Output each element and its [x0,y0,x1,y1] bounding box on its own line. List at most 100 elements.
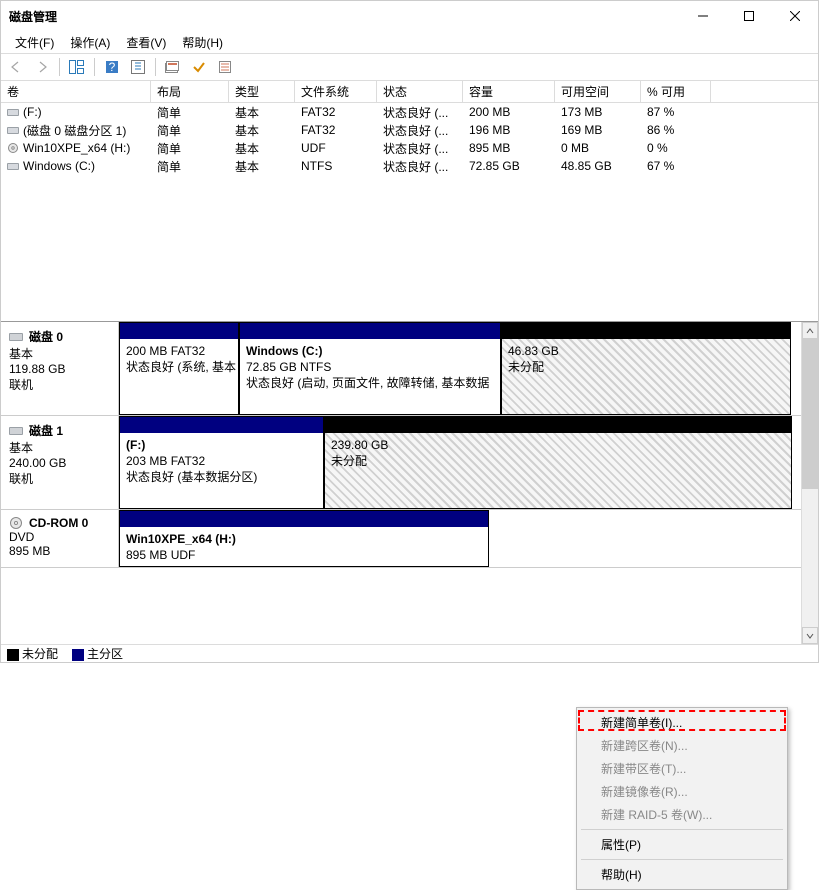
col-filesystem[interactable]: 文件系统 [295,81,377,102]
menu-new-spanned-volume: 新建跨区卷(N)... [579,734,785,757]
vol-percent: 67 % [641,159,711,173]
partition-size: 203 MB FAT32 [126,454,205,468]
maximize-button[interactable] [726,1,772,31]
partition-band [240,323,500,339]
close-button[interactable] [772,1,818,31]
col-percent[interactable]: % 可用 [641,81,711,102]
menu-help[interactable]: 帮助(H) [579,863,785,886]
vol-capacity: 200 MB [463,105,555,119]
vol-type: 基本 [229,140,295,157]
partition-primary[interactable]: Windows (C:) 72.85 GB NTFS 状态良好 (启动, 页面文件,… [239,322,501,415]
partition-size: 72.85 GB NTFS [246,360,331,374]
disk-map-pane: 磁盘 0 基本 119.88 GB 联机 200 MB FAT32状态良好 (系… [1,321,818,644]
partition-size: 46.83 GB [508,344,559,358]
partition-band [120,511,488,527]
legend: 未分配 主分区 [1,644,818,662]
disk-size: 119.88 GB [9,362,110,376]
col-capacity[interactable]: 容量 [463,81,555,102]
col-type[interactable]: 类型 [229,81,295,102]
col-status[interactable]: 状态 [377,81,463,102]
rescan-button[interactable] [162,56,184,78]
scroll-up-button[interactable] [802,322,818,339]
col-volume[interactable]: 卷 [1,81,151,102]
partition-title: Win10XPE_x64 (H:) [126,532,236,546]
list-icon[interactable] [214,56,236,78]
table-row[interactable]: Win10XPE_x64 (H:)简单基本UDF状态良好 (...895 MB0… [1,139,818,157]
vol-type: 基本 [229,158,295,175]
vol-status: 状态良好 (... [377,122,463,139]
vol-percent: 87 % [641,105,711,119]
vol-capacity: 895 MB [463,141,555,155]
disk-map-0: 200 MB FAT32状态良好 (系统, 基本 Windows (C:) 72.8… [119,322,801,415]
scroll-thumb[interactable] [802,339,818,489]
vol-status: 状态良好 (... [377,140,463,157]
vol-type: 基本 [229,104,295,121]
window-title: 磁盘管理 [9,8,680,25]
table-row[interactable]: (磁盘 0 磁盘分区 1)简单基本FAT32状态良好 (...196 MB169… [1,121,818,139]
partition-primary[interactable]: Win10XPE_x64 (H:)895 MB UDF [119,510,489,567]
menu-separator [581,829,783,830]
vol-free: 48.85 GB [555,159,641,173]
table-row[interactable]: (F:)简单基本FAT32状态良好 (...200 MB173 MB87 % [1,103,818,121]
toolbar: ? [1,53,818,81]
action-icon[interactable] [188,56,210,78]
disk-state: 联机 [9,470,110,487]
partition-status: 未分配 [508,360,544,374]
help-button[interactable]: ? [101,56,123,78]
partition-band [325,417,791,433]
menu-action[interactable]: 操作(A) [62,32,118,53]
svg-text:?: ? [109,60,116,74]
partition-primary[interactable]: 200 MB FAT32状态良好 (系统, 基本 [119,322,239,415]
partition-title: (F:) [126,438,145,452]
vol-layout: 简单 [151,140,229,157]
toolbar-separator [155,58,156,76]
menu-file[interactable]: 文件(F) [7,32,62,53]
partition-band [120,323,238,339]
legend-swatch-unalloc [7,649,19,661]
menu-new-simple-volume[interactable]: 新建简单卷(I)... [579,711,785,734]
views-button[interactable] [66,56,88,78]
disk-icon [9,425,23,437]
vol-layout: 简单 [151,158,229,175]
scrollbar-vertical[interactable] [801,322,818,644]
partition-title: Windows (C:) [246,344,323,358]
vol-name: (磁盘 0 磁盘分区 1) [23,122,126,139]
partition-unallocated[interactable]: 239.80 GB未分配 [324,416,792,509]
menu-new-striped-volume: 新建带区卷(T)... [579,757,785,780]
col-free[interactable]: 可用空间 [555,81,641,102]
partition-status: 状态良好 (启动, 页面文件, 故障转储, 基本数据 [246,376,489,390]
drive-icon [7,161,19,171]
vol-fs: UDF [295,141,377,155]
refresh-button[interactable] [127,56,149,78]
scroll-down-button[interactable] [802,627,818,644]
vol-capacity: 72.85 GB [463,159,555,173]
minimize-button[interactable] [680,1,726,31]
disk-row-cd: CD-ROM 0 DVD 895 MB Win10XPE_x64 (H:)895… [1,510,801,568]
menu-new-raid5-volume: 新建 RAID-5 卷(W)... [579,803,785,826]
menu-view[interactable]: 查看(V) [118,32,174,53]
partition-primary[interactable]: (F:)203 MB FAT32状态良好 (基本数据分区) [119,416,324,509]
partition-size: 239.80 GB [331,438,388,452]
vol-type: 基本 [229,122,295,139]
menu-help[interactable]: 帮助(H) [174,32,231,53]
menubar: 文件(F) 操作(A) 查看(V) 帮助(H) [1,31,818,53]
vol-name: Windows (C:) [23,159,95,173]
vol-percent: 0 % [641,141,711,155]
table-row[interactable]: Windows (C:)简单基本NTFS状态良好 (...72.85 GB48.… [1,157,818,175]
disk-size: 895 MB [9,544,110,558]
vol-percent: 86 % [641,123,711,137]
disk-map-1: (F:)203 MB FAT32状态良好 (基本数据分区)239.80 GB未分… [119,416,801,509]
legend-swatch-primary [72,649,84,661]
vol-free: 169 MB [555,123,641,137]
menu-separator [581,859,783,860]
col-layout[interactable]: 布局 [151,81,229,102]
menu-new-mirrored-volume: 新建镜像卷(R)... [579,780,785,803]
partition-unallocated[interactable]: 46.83 GB 未分配 [501,322,791,415]
legend-primary: 主分区 [87,647,123,661]
list-header: 卷 布局 类型 文件系统 状态 容量 可用空间 % 可用 [1,81,818,103]
vol-free: 0 MB [555,141,641,155]
context-menu: 新建简单卷(I)... 新建跨区卷(N)... 新建带区卷(T)... 新建镜像… [576,707,788,890]
drive-icon [7,125,19,135]
menu-properties[interactable]: 属性(P) [579,833,785,856]
disk-title: 磁盘 0 [29,328,63,345]
